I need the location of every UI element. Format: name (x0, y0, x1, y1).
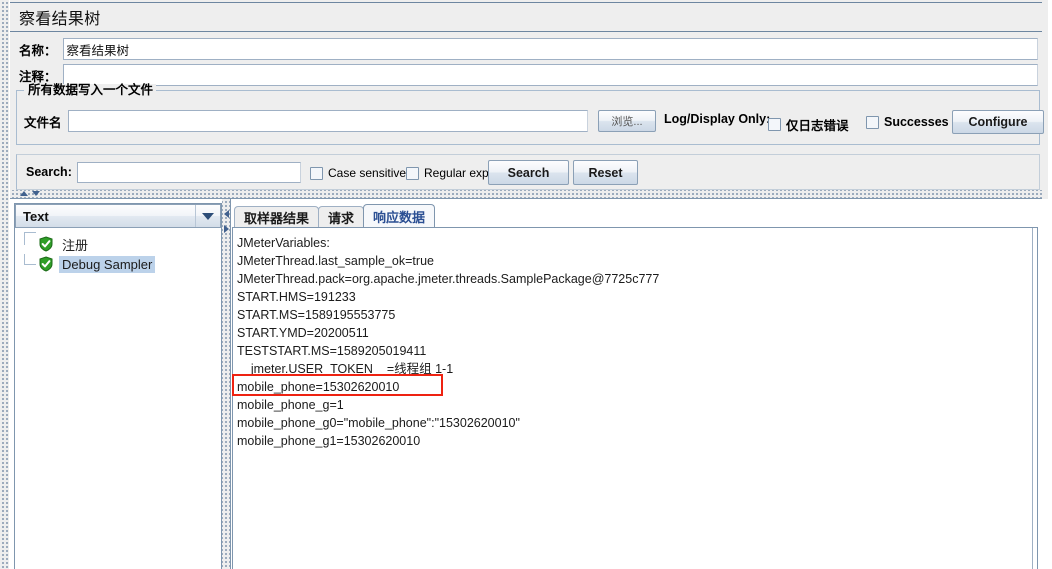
result-tree: 注册 Debug Sampler (16, 232, 216, 274)
group-border-right (136, 90, 1040, 91)
tab-sampler-result[interactable]: 取样器结果 (234, 206, 320, 228)
name-row: 名称： 察看结果树 (10, 38, 1042, 60)
checkbox-box-regular-exp[interactable] (406, 166, 419, 180)
checkbox-box-errors[interactable] (768, 118, 781, 131)
window-right-edge (1048, 0, 1052, 569)
green-shield-check-icon (38, 256, 54, 272)
tree-connector (24, 254, 36, 265)
checkbox-box-case-sensitive[interactable] (310, 166, 323, 180)
response-line: START.MS=1589195553775 (237, 308, 396, 322)
tree-item-label: 注册 (62, 237, 89, 253)
comment-row: 注释： (10, 64, 1042, 86)
filename-row: 文件名 (22, 110, 592, 132)
response-line: mobile_phone_g1=15302620010 (237, 434, 421, 448)
configure-button[interactable]: Configure (952, 110, 1044, 134)
tab-request[interactable]: 请求 (318, 206, 365, 228)
response-line: JMeterThread.pack=org.apache.jmeter.thre… (237, 272, 660, 286)
tree-connector (24, 232, 36, 245)
name-input[interactable]: 察看结果树 (62, 38, 1038, 60)
errors-checkbox[interactable]: 仅日志错误 (768, 115, 849, 134)
successes-checkbox[interactable]: Successes (866, 115, 949, 129)
renderer-select-value: Text (23, 208, 49, 224)
search-label: Search: (26, 165, 72, 179)
regular-exp-label: Regular exp. (424, 166, 493, 180)
response-line-highlighted: mobile_phone=15302620010 (237, 380, 400, 394)
group-title: 所有数据写入一个文件 (25, 84, 157, 97)
response-line: jmeter.USER_TOKEN__=线程组 1-1 (237, 362, 454, 376)
filename-input[interactable] (67, 110, 588, 132)
tab-response-data[interactable]: 响应数据 (363, 204, 436, 228)
response-line: TESTSTART.MS=1589205019411 (237, 344, 427, 358)
result-tabs: 取样器结果 请求 响应数据 (234, 204, 436, 228)
vertical-split-divider[interactable] (222, 199, 231, 569)
response-line: START.HMS=191233 (237, 290, 356, 304)
collapse-right-icon[interactable] (224, 225, 229, 233)
filename-label: 文件名 (22, 110, 68, 132)
response-line: JMeterVariables: (237, 236, 330, 250)
reset-button[interactable]: Reset (573, 160, 638, 185)
group-border-left (16, 90, 24, 91)
outer-split-divider[interactable] (0, 0, 9, 569)
page-title: 察看结果树 (19, 11, 101, 28)
regular-exp-checkbox[interactable]: Regular exp. (406, 166, 492, 180)
search-input[interactable] (77, 162, 301, 183)
checkbox-box-successes[interactable] (866, 115, 879, 129)
case-sensitive-label: Case sensitive (328, 166, 407, 180)
collapse-up-icon[interactable] (20, 191, 28, 196)
collapse-down-icon[interactable] (32, 191, 40, 196)
log-display-only-label: Log/Display Only: (664, 112, 771, 126)
response-line: mobile_phone_g0="mobile_phone":"15302620… (237, 416, 520, 430)
case-sensitive-checkbox[interactable]: Case sensitive (310, 166, 406, 180)
response-line: JMeterThread.last_sample_ok=true (237, 254, 434, 268)
browse-button[interactable]: 浏览... (598, 110, 656, 132)
tree-item-label: Debug Sampler (59, 255, 156, 273)
renderer-select[interactable]: Text (15, 204, 221, 228)
response-line: mobile_phone_g=1 (237, 398, 344, 412)
chevron-down-icon[interactable] (195, 205, 220, 227)
tree-item-debug-sampler[interactable]: Debug Sampler (16, 254, 216, 274)
errors-checkbox-label: 仅日志错误 (786, 119, 849, 133)
response-line: START.YMD=20200511 (237, 326, 369, 340)
name-label: 名称： (10, 38, 63, 60)
green-shield-check-icon (38, 236, 54, 252)
tree-item-register[interactable]: 注册 (16, 232, 216, 254)
horizontal-split-divider[interactable] (10, 190, 1042, 199)
search-button[interactable]: Search (488, 160, 569, 185)
comment-input[interactable] (62, 64, 1038, 86)
collapse-left-icon[interactable] (224, 210, 229, 218)
response-data-textarea[interactable]: JMeterVariables: JMeterThread.last_sampl… (232, 227, 1038, 569)
panel-title-bar: 察看结果树 (10, 2, 1042, 32)
successes-checkbox-label: Successes (884, 115, 949, 129)
vertical-scrollbar[interactable] (1032, 228, 1037, 569)
response-data-lines: JMeterVariables: JMeterThread.last_sampl… (237, 234, 1035, 450)
